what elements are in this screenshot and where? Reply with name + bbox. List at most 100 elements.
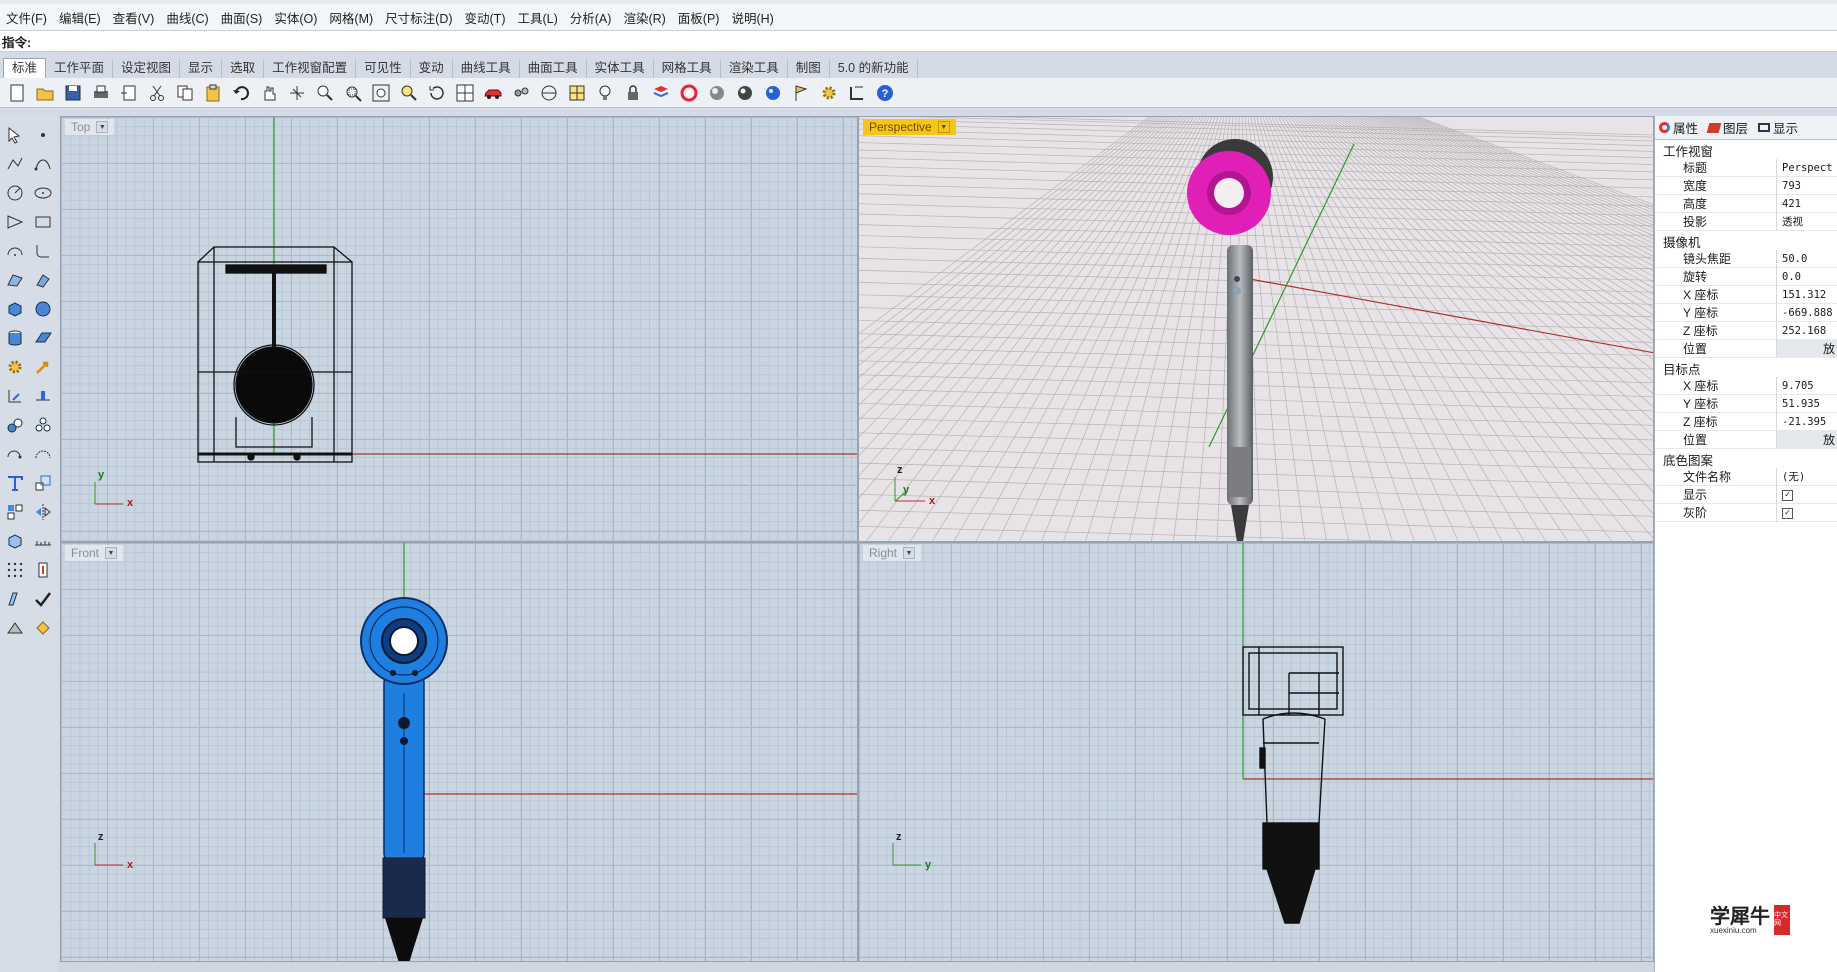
toolbar-tab[interactable]: 设定视图: [113, 59, 181, 78]
toolbar-tab[interactable]: 可见性: [356, 59, 411, 78]
camera-prop-value[interactable]: -669.888: [1777, 307, 1837, 319]
arc-icon[interactable]: [1, 236, 29, 265]
light-bulb-icon[interactable]: [592, 80, 618, 106]
analysis-icon[interactable]: [1, 613, 29, 642]
layer-icon[interactable]: [648, 80, 674, 106]
toolbar-tab[interactable]: 工作平面: [46, 59, 114, 78]
zoom-window-icon[interactable]: [340, 80, 366, 106]
menu-item[interactable]: 实体(O): [268, 8, 323, 27]
toolbar-tab[interactable]: 5.0 的新功能: [830, 59, 918, 78]
zoom-extents-icon[interactable]: [368, 80, 394, 106]
rebuild-curve-icon[interactable]: [29, 439, 57, 468]
menu-item[interactable]: 网格(M): [323, 8, 379, 27]
paint-bucket-icon[interactable]: [29, 613, 57, 642]
viewport-perspective[interactable]: Perspective ▼ z y x: [858, 116, 1654, 542]
menu-item[interactable]: 尺寸标注(D): [379, 8, 458, 27]
undo-icon[interactable]: [228, 80, 254, 106]
flag-icon[interactable]: [788, 80, 814, 106]
group-icon[interactable]: [1, 410, 29, 439]
toolbar-tab[interactable]: 网格工具: [654, 59, 721, 78]
grid-dots-icon[interactable]: [1, 555, 29, 584]
viewport-prop-value[interactable]: 透视: [1777, 214, 1837, 229]
toolbar-tab[interactable]: 曲面工具: [520, 59, 587, 78]
toolbar-tab[interactable]: 标准: [3, 58, 47, 78]
boolean-gear-icon[interactable]: [1, 352, 29, 381]
paste-icon[interactable]: [200, 80, 226, 106]
polygon-icon[interactable]: [1, 207, 29, 236]
bg-show-checkbox[interactable]: ✓: [1782, 489, 1793, 501]
import-icon[interactable]: [116, 80, 142, 106]
menu-item[interactable]: 分析(A): [564, 8, 618, 27]
four-viewports-icon[interactable]: [452, 80, 478, 106]
menu-item[interactable]: 工具(L): [511, 8, 563, 27]
viewport-right[interactable]: Right ▼ z y: [858, 542, 1654, 962]
menu-item[interactable]: 说明(H): [725, 8, 779, 27]
pan-hand-icon[interactable]: [256, 80, 282, 106]
extrude-surface-icon[interactable]: [29, 265, 57, 294]
camera-prop-value[interactable]: 252.168: [1777, 325, 1837, 337]
solid-icon[interactable]: [1, 526, 29, 555]
lighting-icon[interactable]: [1, 584, 29, 613]
camera-place-button[interactable]: 放: [1777, 340, 1837, 357]
zoom-dynamic-icon[interactable]: [312, 80, 338, 106]
camera-prop-value[interactable]: 151.312: [1777, 289, 1837, 301]
curve-icon[interactable]: [29, 149, 57, 178]
circle-icon[interactable]: [1, 178, 29, 207]
toolbar-tab[interactable]: 曲线工具: [453, 59, 520, 78]
array-icon[interactable]: [1, 497, 29, 526]
menu-item[interactable]: 编辑(E): [53, 8, 107, 27]
lock-icon[interactable]: [620, 80, 646, 106]
camera-prop-value[interactable]: 0.0: [1777, 271, 1837, 283]
mirror-icon[interactable]: [29, 497, 57, 526]
point-icon[interactable]: [29, 120, 57, 149]
dimension-ruler-icon[interactable]: [29, 526, 57, 555]
check-icon[interactable]: [29, 584, 57, 613]
target-prop-value[interactable]: -21.395: [1777, 416, 1837, 428]
help-icon[interactable]: ?: [872, 80, 898, 106]
menu-item[interactable]: 面板(P): [672, 8, 726, 27]
grid-snap-icon[interactable]: [564, 80, 590, 106]
explode-icon[interactable]: [29, 410, 57, 439]
gear-icon[interactable]: [816, 80, 842, 106]
cylinder-icon[interactable]: [1, 323, 29, 352]
viewport-perspective-title[interactable]: Perspective ▼: [863, 119, 956, 135]
target-place-button[interactable]: 放: [1777, 431, 1837, 448]
save-icon[interactable]: [60, 80, 86, 106]
copy-icon[interactable]: [172, 80, 198, 106]
tab-layers[interactable]: 图层: [1706, 118, 1748, 137]
rectangle-icon[interactable]: [29, 207, 57, 236]
polyline-icon[interactable]: [1, 149, 29, 178]
split-icon[interactable]: [29, 381, 57, 410]
print-icon[interactable]: [88, 80, 114, 106]
bg-gray-checkbox[interactable]: ✓: [1782, 507, 1793, 519]
blue-sphere-icon[interactable]: [760, 80, 786, 106]
toolbar-tab[interactable]: 制图: [788, 59, 830, 78]
select-points-icon[interactable]: [508, 80, 534, 106]
toolbar-tab[interactable]: 工作视窗配置: [264, 59, 357, 78]
camera-prop-value[interactable]: 50.0: [1777, 253, 1837, 265]
menu-item[interactable]: 曲面(S): [215, 8, 269, 27]
viewport-prop-value[interactable]: 793: [1777, 180, 1837, 192]
command-input[interactable]: [31, 32, 1837, 50]
select-arrow-icon[interactable]: [1, 120, 29, 149]
join-curve-icon[interactable]: [1, 439, 29, 468]
color-wheel-icon[interactable]: [676, 80, 702, 106]
scale-icon[interactable]: [29, 468, 57, 497]
dimension-icon[interactable]: [844, 80, 870, 106]
transform-icon[interactable]: [29, 555, 57, 584]
viewport-menu-arrow-icon[interactable]: ▼: [937, 121, 950, 133]
surface-corner-icon[interactable]: [1, 265, 29, 294]
box-icon[interactable]: [1, 294, 29, 323]
toolbar-tab[interactable]: 实体工具: [587, 59, 654, 78]
viewport-prop-value[interactable]: 421: [1777, 198, 1837, 210]
target-prop-value[interactable]: 9.705: [1777, 380, 1837, 392]
viewport-top[interactable]: Top ▼ y x: [60, 116, 858, 542]
new-file-icon[interactable]: [4, 80, 30, 106]
car-icon[interactable]: [480, 80, 506, 106]
toolbar-tab[interactable]: 变动: [411, 59, 453, 78]
background-prop-value[interactable]: (无): [1777, 469, 1837, 484]
circle-snap-icon[interactable]: [536, 80, 562, 106]
menu-item[interactable]: 变动(T): [459, 8, 512, 27]
cut-icon[interactable]: [144, 80, 170, 106]
menu-item[interactable]: 曲线(C): [160, 8, 214, 27]
